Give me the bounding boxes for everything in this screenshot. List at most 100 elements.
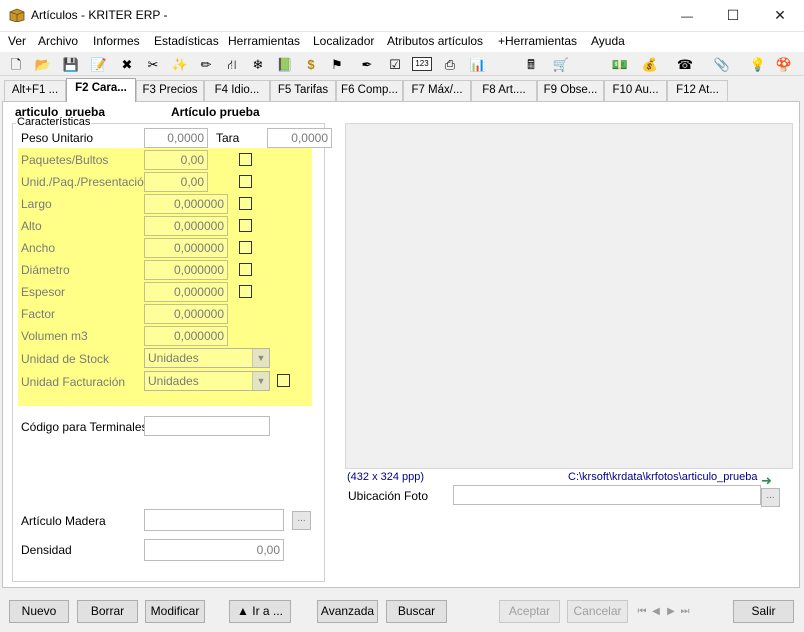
tab-maximos[interactable]: F7 Máx/... [403, 80, 471, 102]
modificar-button[interactable]: Modificar [145, 600, 205, 623]
phone-icon[interactable]: ☎ [676, 55, 694, 73]
ir-a-button[interactable]: ▲ Ir a ... [229, 600, 291, 623]
tab-alt-f1[interactable]: Alt+F1 ... [4, 80, 66, 102]
unid-paq-presentacion-field[interactable]: 0,00 [144, 172, 208, 192]
printer-icon[interactable]: ⎙ [441, 55, 459, 73]
ancho-field[interactable]: 0,000000 [144, 238, 228, 258]
bar-chart-icon[interactable]: 📊 [469, 55, 487, 73]
maximize-button[interactable]: ☐ [710, 0, 756, 31]
tara-field[interactable]: 0,0000 [267, 128, 332, 148]
aceptar-button[interactable]: Aceptar [499, 600, 560, 623]
articulo-madera-browse-button[interactable]: ... [292, 511, 311, 530]
last-record-icon[interactable]: ⏭ [680, 604, 690, 619]
menu-ver[interactable]: Ver [8, 34, 26, 48]
first-record-icon[interactable]: ⏮ [637, 604, 647, 619]
unid-paq-presentacion-checkbox[interactable] [239, 175, 252, 188]
ancho-checkbox[interactable] [239, 241, 252, 254]
characteristics-caption: Características [16, 116, 92, 128]
menu-ayuda[interactable]: Ayuda [591, 34, 625, 48]
checklist-icon[interactable]: ☑ [386, 55, 404, 73]
unidad-stock-select[interactable]: Unidades ▼ [144, 348, 270, 368]
diametro-checkbox[interactable] [239, 263, 252, 276]
delete-icon[interactable]: ✖ [118, 55, 136, 73]
tools-icon[interactable]: ✂ [144, 55, 162, 73]
banknote-icon[interactable]: 💵 [611, 55, 629, 73]
article-name: Artículo prueba [171, 105, 260, 119]
salir-button[interactable]: Salir [733, 600, 794, 623]
go-arrow-icon[interactable]: ➜ [761, 473, 772, 489]
articulo-madera-field[interactable] [144, 509, 284, 531]
paquetes-bultos-checkbox[interactable] [239, 153, 252, 166]
menu-mas-herramientas[interactable]: +Herramientas [498, 34, 577, 48]
snowflake-icon[interactable]: ❄ [249, 55, 267, 73]
lightbulb-icon[interactable]: 💡 [749, 55, 767, 73]
ubicacion-foto-browse-button[interactable]: ... [761, 488, 780, 507]
tab-articulos[interactable]: F8 Art.... [471, 80, 537, 102]
menu-herramientas[interactable]: Herramientas [228, 34, 300, 48]
buscar-button[interactable]: Buscar [386, 600, 447, 623]
ancho-label: Ancho [21, 241, 56, 255]
dollar-icon[interactable]: $ [302, 55, 320, 73]
close-button[interactable]: ✕ [757, 0, 803, 31]
minimize-button[interactable]: — [664, 0, 710, 31]
nuevo-button[interactable]: Nuevo [9, 600, 69, 623]
volumen-m3-field[interactable]: 0,000000 [144, 326, 228, 346]
densidad-field[interactable]: 0,00 [144, 539, 284, 561]
alto-field[interactable]: 0,000000 [144, 216, 228, 236]
tab-caracteristicas[interactable]: F2 Cara... [66, 78, 136, 102]
wizard-icon[interactable]: ✨ [171, 55, 189, 73]
numbers-icon[interactable]: 123 [412, 57, 432, 71]
tab-atributos[interactable]: F12 At... [667, 80, 728, 102]
prev-record-icon[interactable]: ◀ [651, 604, 661, 619]
new-doc-icon[interactable]: 🗋 [7, 55, 25, 73]
calculator-icon[interactable]: 🖩 [522, 55, 540, 73]
alto-checkbox[interactable] [239, 219, 252, 232]
tab-tarifas[interactable]: F5 Tarifas [270, 80, 336, 102]
chevron-down-icon[interactable]: ▼ [252, 372, 269, 390]
largo-checkbox[interactable] [239, 197, 252, 210]
tab-observaciones[interactable]: F9 Obse... [537, 80, 604, 102]
ubicacion-foto-field[interactable] [453, 485, 761, 505]
chevron-down-icon[interactable]: ▼ [252, 349, 269, 367]
paperclip-icon[interactable]: 📎 [713, 55, 731, 73]
paquetes-bultos-field[interactable]: 0,00 [144, 150, 208, 170]
espesor-checkbox[interactable] [239, 285, 252, 298]
menu-estadisticas[interactable]: Estadísticas [154, 34, 219, 48]
book-icon[interactable]: 📗 [276, 55, 294, 73]
cart-icon[interactable]: 🛒 [552, 55, 570, 73]
unidad-facturacion-checkbox[interactable] [277, 374, 290, 387]
menu-atributos-articulos[interactable]: Atributos artículos [387, 34, 483, 48]
window-title: Artículos - KRITER ERP - [31, 8, 168, 22]
diametro-field[interactable]: 0,000000 [144, 260, 228, 280]
tab-auxiliar[interactable]: F10 Au... [604, 80, 667, 102]
tab-precios[interactable]: F3 Precios [136, 80, 204, 102]
link-icon[interactable]: ✒ [358, 55, 376, 73]
menu-archivo[interactable]: Archivo [38, 34, 78, 48]
money-bag-icon[interactable]: 💰 [641, 55, 659, 73]
tab-compras[interactable]: F6 Comp... [336, 80, 403, 102]
menu-informes[interactable]: Informes [93, 34, 140, 48]
borrar-button[interactable]: Borrar [77, 600, 138, 623]
open-folder-icon[interactable]: 📂 [34, 55, 52, 73]
save-icon[interactable]: 💾 [62, 55, 80, 73]
avanzada-button[interactable]: Avanzada [317, 600, 378, 623]
cancelar-button[interactable]: Cancelar [567, 600, 628, 623]
codigo-terminales-field[interactable] [144, 416, 270, 436]
peso-unitario-field[interactable]: 0,0000 [144, 128, 208, 148]
photo-size-label: (432 x 324 ppp) [347, 471, 425, 483]
menu-localizador[interactable]: Localizador [313, 34, 374, 48]
photo-area[interactable] [345, 123, 793, 469]
espesor-field[interactable]: 0,000000 [144, 282, 228, 302]
stamp-icon[interactable]: ⚑ [328, 55, 346, 73]
minimize-icon: — [681, 8, 693, 23]
mushroom-icon[interactable]: 🍄 [775, 55, 793, 73]
pencil-icon[interactable]: ✏ [197, 55, 215, 73]
maximize-icon: ☐ [726, 7, 740, 23]
unidad-facturacion-select[interactable]: Unidades ▼ [144, 371, 270, 391]
tab-idiomas[interactable]: F4 Idio... [204, 80, 270, 102]
next-record-icon[interactable]: ▶ [666, 604, 676, 619]
largo-field[interactable]: 0,000000 [144, 194, 228, 214]
factor-field[interactable]: 0,000000 [144, 304, 228, 324]
edit-icon[interactable]: 📝 [90, 55, 108, 73]
tree-icon[interactable]: ⛙ [223, 55, 241, 73]
